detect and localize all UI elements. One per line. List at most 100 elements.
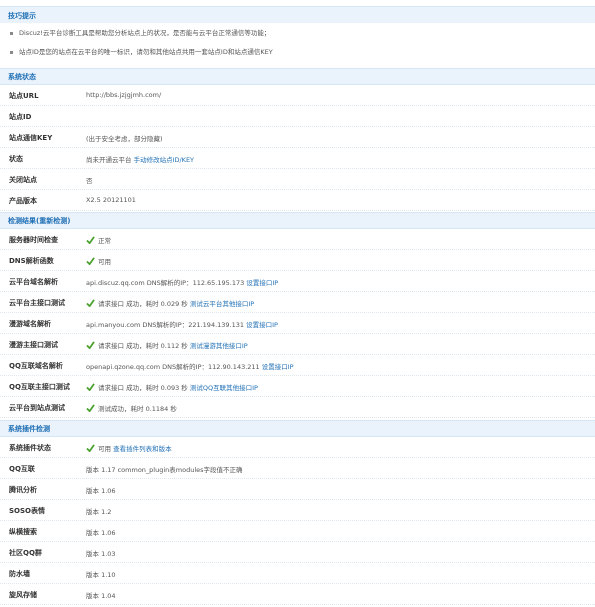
row-label: 防水墙 bbox=[9, 570, 30, 578]
row-value: 版本 1.10 bbox=[86, 569, 116, 579]
tip-item: 站点ID是您的站点在云平台的唯一标识，请勿和其他站点共用一套站点ID和站点通信K… bbox=[10, 46, 273, 58]
row-value-text: 可用 bbox=[98, 258, 111, 266]
row-value-text: 请求接口 成功，耗时 0.112 秒 bbox=[98, 342, 188, 350]
row-value-text: 版本 1.10 bbox=[86, 571, 116, 579]
row-action-link[interactable]: 测试云平台其他接口IP bbox=[188, 300, 254, 308]
plugins-row: QQ互联 版本 1.17 common_plugin表modules字段值不正确 bbox=[0, 458, 595, 479]
tip-text: Discuz!云平台诊断工具是帮助您分析站点上的状况，是否能与云平台正常通信等功… bbox=[19, 29, 271, 37]
plugins-row: 防水墙 版本 1.10 bbox=[0, 563, 595, 584]
system-row: 站点通信KEY (出于安全考虑，部分隐藏) bbox=[0, 127, 595, 148]
row-value: 版本 1.06 bbox=[86, 485, 116, 495]
check-icon bbox=[86, 341, 95, 349]
row-label: 站点URL bbox=[9, 92, 39, 100]
row-value-text: 版本 1.04 bbox=[86, 592, 116, 600]
row-label: 系统插件状态 bbox=[9, 444, 51, 452]
row-action-link[interactable]: 测试漫游其他接口IP bbox=[188, 342, 248, 350]
row-value-text: (出于安全考虑，部分隐藏) bbox=[86, 135, 163, 143]
row-value-text: 可用 bbox=[98, 445, 111, 453]
row-action-link[interactable]: 手动修改站点ID/KEY bbox=[132, 156, 194, 164]
bullet-icon bbox=[10, 50, 13, 54]
row-action-link[interactable]: 查看插件列表和版本 bbox=[111, 445, 172, 453]
row-label: 站点通信KEY bbox=[9, 134, 53, 142]
row-label: 旋风存储 bbox=[9, 591, 37, 599]
system-row: 站点URL http://bbs.jzjgjmh.com/ bbox=[0, 85, 595, 106]
section-header-system: 系统状态 bbox=[0, 68, 595, 85]
tips-title: 技巧提示 bbox=[8, 12, 36, 20]
row-value: 请求接口 成功，耗时 0.093 秒 测试QQ互联其他接口IP bbox=[86, 382, 258, 392]
row-value: api.manyou.com DNS解析的IP：221.194.139.131 … bbox=[86, 319, 278, 329]
row-label: 纵横搜索 bbox=[9, 528, 37, 536]
row-label: SOSO表情 bbox=[9, 507, 45, 515]
row-value-text: api.manyou.com DNS解析的IP：221.194.139.131 bbox=[86, 321, 245, 329]
row-action-link[interactable]: 测试QQ互联其他接口IP bbox=[188, 384, 258, 392]
section-header-plugins: 系统插件检测 bbox=[0, 420, 595, 437]
row-value: 测试成功，耗时 0.1184 秒 bbox=[86, 403, 177, 413]
row-label: 漫游主接口测试 bbox=[9, 341, 58, 349]
row-label: 漫游域名解析 bbox=[9, 320, 51, 328]
row-value: 可用 查看插件列表和版本 bbox=[86, 443, 172, 453]
check-row: QQ互联域名解析 openapi.qzone.qq.com DNS解析的IP：11… bbox=[0, 355, 595, 376]
section-title[interactable]: 检测结果(重新检测) bbox=[8, 216, 70, 226]
row-value: openapi.qzone.qq.com DNS解析的IP：112.90.143… bbox=[86, 361, 294, 371]
row-value-text: 测试成功，耗时 0.1184 秒 bbox=[98, 405, 177, 413]
row-value-text: X2.5 20121101 bbox=[86, 196, 136, 204]
check-row: 云平台到站点测试 测试成功，耗时 0.1184 秒 bbox=[0, 397, 595, 418]
check-row: 漫游主接口测试 请求接口 成功，耗时 0.112 秒 测试漫游其他接口IP bbox=[0, 334, 595, 355]
check-row: 云平台主接口测试 请求接口 成功，耗时 0.029 秒 测试云平台其他接口IP bbox=[0, 292, 595, 313]
check-row: DNS解析函数 可用 bbox=[0, 250, 595, 271]
row-value-text: 版本 1.03 bbox=[86, 550, 116, 558]
row-label: 站点ID bbox=[9, 113, 32, 121]
row-value: 版本 1.17 common_plugin表modules字段值不正确 bbox=[86, 464, 243, 474]
tips-header: 技巧提示 bbox=[0, 6, 595, 23]
check-icon bbox=[86, 404, 95, 412]
row-value: 请求接口 成功，耗时 0.029 秒 测试云平台其他接口IP bbox=[86, 298, 254, 308]
check-row: 云平台域名解析 api.discuz.qq.com DNS解析的IP：112.65… bbox=[0, 271, 595, 292]
row-value-text: 请求接口 成功，耗时 0.093 秒 bbox=[98, 384, 188, 392]
row-value-text: 版本 1.17 common_plugin表modules字段值不正确 bbox=[86, 466, 243, 474]
row-value-text: 正常 bbox=[98, 237, 111, 245]
row-value: X2.5 20121101 bbox=[86, 196, 136, 204]
check-icon bbox=[86, 299, 95, 307]
check-row: 服务器时间检查 正常 bbox=[0, 229, 595, 250]
row-label: 产品版本 bbox=[9, 197, 37, 205]
system-row: 站点ID bbox=[0, 106, 595, 127]
row-action-link[interactable]: 设置接口IP bbox=[260, 363, 294, 371]
row-value: (出于安全考虑，部分隐藏) bbox=[86, 133, 163, 143]
row-action-link[interactable]: 设置接口IP bbox=[244, 279, 278, 287]
row-label: 云平台主接口测试 bbox=[9, 299, 65, 307]
section-header-check: 检测结果(重新检测) bbox=[0, 212, 595, 229]
plugins-row: 社区QQ群 版本 1.03 bbox=[0, 542, 595, 563]
row-label: 云平台到站点测试 bbox=[9, 404, 65, 412]
row-value: 版本 1.03 bbox=[86, 548, 116, 558]
row-value: 版本 1.04 bbox=[86, 590, 116, 600]
row-value: 版本 1.06 bbox=[86, 527, 116, 537]
check-row: QQ互联主接口测试 请求接口 成功，耗时 0.093 秒 测试QQ互联其他接口IP bbox=[0, 376, 595, 397]
row-value-text: 版本 1.06 bbox=[86, 487, 116, 495]
row-value-text: 版本 1.2 bbox=[86, 508, 112, 516]
row-label: 服务器时间检查 bbox=[9, 236, 58, 244]
check-icon bbox=[86, 444, 95, 452]
row-label: QQ互联 bbox=[9, 465, 35, 473]
row-label: 状态 bbox=[9, 155, 23, 163]
system-row: 产品版本 X2.5 20121101 bbox=[0, 190, 595, 211]
row-value-text: openapi.qzone.qq.com DNS解析的IP：112.90.143… bbox=[86, 363, 260, 371]
row-value: api.discuz.qq.com DNS解析的IP：112.65.195.17… bbox=[86, 277, 278, 287]
row-label: QQ互联域名解析 bbox=[9, 362, 63, 370]
plugins-row: 腾讯分析 版本 1.06 bbox=[0, 479, 595, 500]
section-title: 系统状态 bbox=[8, 73, 36, 81]
tip-item: Discuz!云平台诊断工具是帮助您分析站点上的状况，是否能与云平台正常通信等功… bbox=[10, 27, 270, 39]
row-value: 请求接口 成功，耗时 0.112 秒 测试漫游其他接口IP bbox=[86, 340, 248, 350]
plugins-row: SOSO表情 版本 1.2 bbox=[0, 500, 595, 521]
check-row: 漫游域名解析 api.manyou.com DNS解析的IP：221.194.13… bbox=[0, 313, 595, 334]
plugins-row: 系统插件状态 可用 查看插件列表和版本 bbox=[0, 437, 595, 458]
system-row: 关闭站点 否 bbox=[0, 169, 595, 190]
row-action-link[interactable]: 设置接口IP bbox=[244, 321, 278, 329]
tip-text: 站点ID是您的站点在云平台的唯一标识，请勿和其他站点共用一套站点ID和站点通信K… bbox=[19, 48, 273, 56]
row-value-text: 尚未开通云平台 bbox=[86, 156, 132, 164]
row-value: 否 bbox=[86, 175, 93, 185]
row-label: 腾讯分析 bbox=[9, 486, 37, 494]
bullet-icon bbox=[10, 31, 13, 35]
row-label: QQ互联主接口测试 bbox=[9, 383, 70, 391]
row-label: 社区QQ群 bbox=[9, 549, 42, 557]
check-icon bbox=[86, 383, 95, 391]
